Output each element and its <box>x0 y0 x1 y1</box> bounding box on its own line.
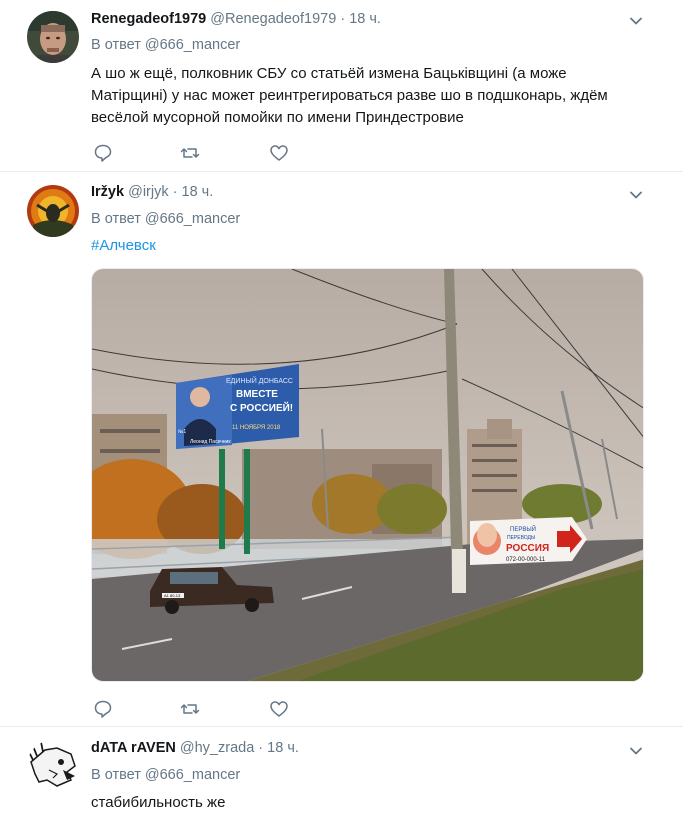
reply-context: В ответ @666_mancer <box>91 37 240 53</box>
tweet-text: стабибильность же <box>91 794 226 811</box>
tweet-header: Renegadeof1979 @Renegadeof1979 · 18 ч. <box>91 11 381 27</box>
tweet-actions <box>93 143 333 163</box>
reply-prefix: В ответ <box>91 211 141 227</box>
avatar[interactable] <box>27 740 79 792</box>
reply-mention-link[interactable]: @666_mancer <box>145 211 240 227</box>
street-photo-image: ЕДИНЫЙ ДОНБАСС ВМЕСТЕ С РОССИЕЙ! 11 НОЯБ… <box>92 269 643 681</box>
avatar[interactable] <box>27 11 79 63</box>
retweet-icon[interactable] <box>180 143 200 163</box>
tweet-2[interactable]: Iržyk @irjyk · 18 ч. В ответ @666_mancer… <box>0 172 683 727</box>
user-handle[interactable]: @irjyk <box>128 184 169 200</box>
hashtag-link[interactable]: #Алчевск <box>91 237 156 254</box>
reply-prefix: В ответ <box>91 37 141 53</box>
display-name[interactable]: Renegadeof1979 <box>91 11 206 27</box>
billboard-right-phone: 072-00-000-11 <box>506 557 546 563</box>
reply-context: В ответ @666_mancer <box>91 211 240 227</box>
separator-dot: · <box>172 184 178 200</box>
billboard-right-line1: ПЕРВЫЙ <box>510 525 536 533</box>
billboard-left-name: Леонид Пасечник <box>190 439 231 445</box>
billboard-left-number: №1 <box>178 429 186 435</box>
billboard-left-line2: ВМЕСТЕ <box>236 389 278 400</box>
billboard-right-line3: РОССИЯ <box>506 543 549 554</box>
tweet-1[interactable]: Renegadeof1979 @Renegadeof1979 · 18 ч. В… <box>0 0 683 172</box>
user-handle[interactable]: @Renegadeof1979 <box>210 11 336 27</box>
timestamp[interactable]: 18 ч. <box>267 740 299 756</box>
tweet-actions <box>93 699 333 719</box>
like-icon[interactable] <box>269 143 289 163</box>
reply-context: В ответ @666_mancer <box>91 767 240 783</box>
tweet-text: А шо ж ещё, полковник СБУ со статьёй изм… <box>91 65 608 126</box>
reply-prefix: В ответ <box>91 767 141 783</box>
chevron-down-icon[interactable] <box>629 188 643 202</box>
chevron-down-icon[interactable] <box>629 744 643 758</box>
billboard-left-date: 11 НОЯБРЯ 2018 <box>232 425 281 431</box>
avatar[interactable] <box>27 185 79 237</box>
tweet-3[interactable]: dATA rAVEN @hy_zrada · 18 ч. В ответ @66… <box>0 727 683 818</box>
separator-dot: · <box>258 740 264 756</box>
reply-icon[interactable] <box>93 699 113 719</box>
timestamp[interactable]: 18 ч. <box>182 184 214 200</box>
tweet-photo[interactable]: ЕДИНЫЙ ДОНБАСС ВМЕСТЕ С РОССИЕЙ! 11 НОЯБ… <box>91 268 644 682</box>
tweet-header: Iržyk @irjyk · 18 ч. <box>91 184 213 200</box>
timestamp[interactable]: 18 ч. <box>349 11 381 27</box>
chevron-down-icon[interactable] <box>629 14 643 28</box>
car-plate: А1 80-13 <box>164 593 181 598</box>
billboard-left-line3: С РОССИЕЙ! <box>230 401 293 414</box>
tweet-header: dATA rAVEN @hy_zrada · 18 ч. <box>91 740 299 756</box>
reply-mention-link[interactable]: @666_mancer <box>145 37 240 53</box>
like-icon[interactable] <box>269 699 289 719</box>
display-name[interactable]: Iržyk <box>91 184 124 200</box>
reply-mention-link[interactable]: @666_mancer <box>145 767 240 783</box>
billboard-left-line1: ЕДИНЫЙ ДОНБАСС <box>226 376 293 385</box>
user-handle[interactable]: @hy_zrada <box>180 740 254 756</box>
separator-dot: · <box>340 11 346 27</box>
reply-icon[interactable] <box>93 143 113 163</box>
tweet-text: #Алчевск <box>91 235 611 257</box>
retweet-icon[interactable] <box>180 699 200 719</box>
display-name[interactable]: dATA rAVEN <box>91 740 176 756</box>
billboard-right-line2: ПЕРЕВОДЫ <box>507 535 536 541</box>
